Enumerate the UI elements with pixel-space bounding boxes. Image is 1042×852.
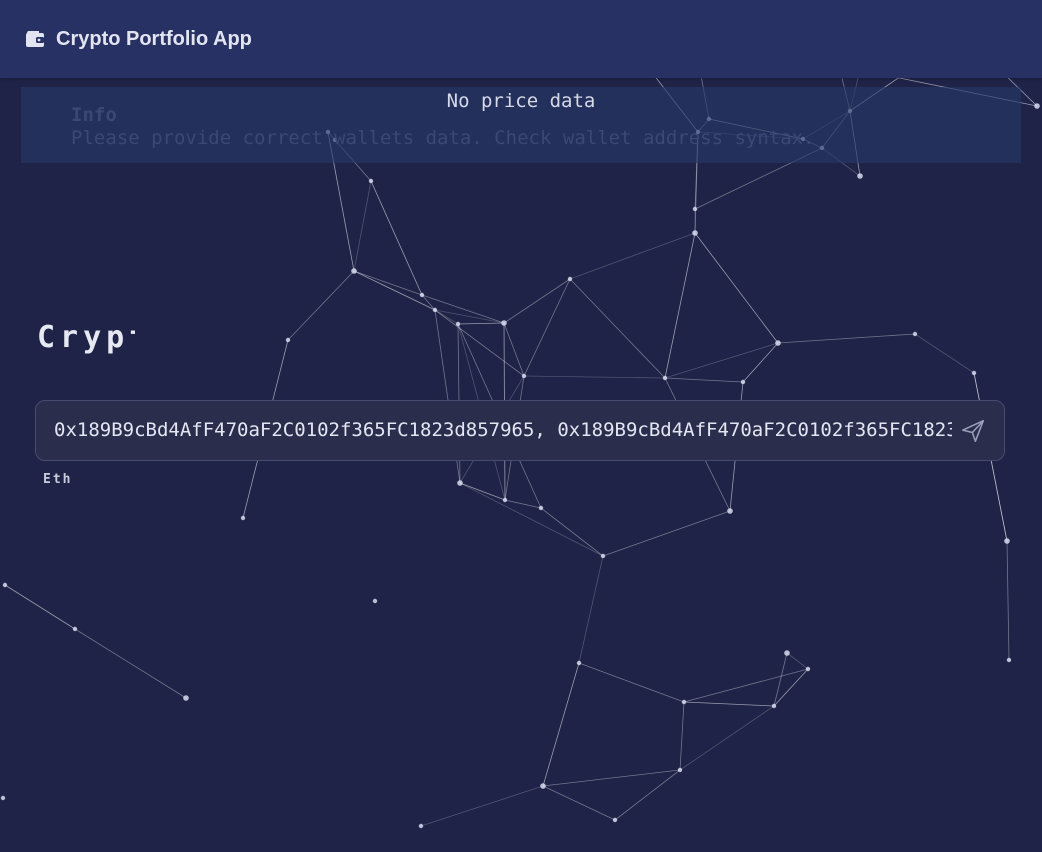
network-link bbox=[578, 662, 685, 703]
network-node bbox=[521, 373, 527, 379]
network-node bbox=[501, 320, 507, 326]
network-node bbox=[677, 767, 683, 773]
network-link bbox=[4, 584, 76, 630]
network-link bbox=[569, 232, 696, 280]
network-link bbox=[420, 785, 544, 827]
network-link bbox=[74, 628, 187, 699]
network-node bbox=[432, 307, 438, 313]
network-link bbox=[523, 375, 666, 379]
network-link bbox=[503, 278, 571, 324]
network-node bbox=[1006, 657, 1012, 663]
network-link bbox=[523, 278, 571, 377]
no-price-data-text: No price data bbox=[446, 90, 596, 112]
network-node bbox=[368, 178, 374, 184]
network-node bbox=[285, 337, 291, 343]
network-link bbox=[503, 322, 525, 377]
network-link bbox=[664, 342, 779, 379]
network-link bbox=[353, 270, 436, 311]
network-link bbox=[287, 270, 355, 341]
network-link bbox=[777, 333, 916, 344]
hero-title: Crypto Portfolio bbox=[37, 320, 135, 355]
network-link bbox=[578, 555, 604, 664]
network-link bbox=[459, 482, 604, 557]
network-node bbox=[740, 379, 746, 385]
network-node bbox=[692, 206, 698, 212]
network-node bbox=[1004, 538, 1010, 544]
network-link bbox=[457, 322, 505, 325]
network-node bbox=[351, 268, 357, 274]
network-link bbox=[542, 769, 681, 787]
network-link bbox=[614, 769, 681, 821]
network-link bbox=[742, 342, 779, 383]
network-link bbox=[542, 785, 616, 821]
network-link bbox=[679, 701, 685, 771]
network-node bbox=[418, 823, 424, 829]
network-node bbox=[72, 626, 78, 632]
network-node bbox=[0, 795, 6, 801]
network-node bbox=[567, 276, 573, 282]
network-node bbox=[662, 375, 668, 381]
network-node bbox=[240, 515, 246, 521]
network-node bbox=[912, 331, 918, 337]
network-link bbox=[459, 482, 506, 501]
network-link bbox=[679, 705, 775, 771]
network-link bbox=[694, 232, 779, 344]
send-icon[interactable] bbox=[960, 418, 986, 444]
network-node bbox=[681, 699, 687, 705]
app-title: Crypto Portfolio App bbox=[56, 28, 252, 50]
network-link bbox=[914, 333, 975, 374]
network-link bbox=[353, 270, 423, 296]
app-header: Crypto Portfolio App bbox=[0, 0, 1042, 78]
network-node bbox=[771, 703, 777, 709]
chain-label: Eth bbox=[43, 472, 73, 487]
network-link bbox=[434, 309, 525, 377]
network-link bbox=[602, 510, 731, 557]
wallet-icon bbox=[26, 31, 44, 47]
network-link bbox=[683, 668, 809, 703]
network-link bbox=[353, 180, 372, 272]
network-node bbox=[419, 292, 425, 298]
network-node bbox=[600, 553, 606, 559]
network-link bbox=[773, 668, 809, 707]
network-node bbox=[538, 505, 544, 511]
network-node bbox=[576, 660, 582, 666]
network-link bbox=[370, 180, 423, 296]
network-link bbox=[664, 232, 696, 379]
network-node bbox=[2, 582, 8, 588]
network-link bbox=[1006, 540, 1010, 661]
network-node bbox=[455, 321, 461, 327]
network-node bbox=[692, 230, 698, 236]
hero-title-container: Crypto Portfolio bbox=[37, 318, 135, 358]
network-link bbox=[773, 652, 788, 707]
network-link bbox=[664, 377, 744, 383]
info-alert-message: Please provide correct wallets data. Che… bbox=[71, 127, 815, 149]
network-node bbox=[612, 817, 618, 823]
network-link bbox=[540, 507, 604, 557]
network-node bbox=[457, 480, 463, 486]
network-node bbox=[372, 598, 378, 604]
network-node bbox=[971, 370, 977, 376]
network-node bbox=[775, 340, 781, 346]
network-link bbox=[542, 662, 580, 787]
network-link bbox=[569, 278, 666, 379]
wallet-address-input[interactable] bbox=[54, 401, 952, 460]
network-node bbox=[183, 695, 189, 701]
network-node bbox=[784, 650, 790, 656]
app-root: Info Please provide correct wallets data… bbox=[0, 0, 1042, 852]
network-node bbox=[805, 666, 811, 672]
network-link bbox=[683, 701, 775, 707]
network-node bbox=[540, 783, 546, 789]
network-node bbox=[502, 497, 508, 503]
network-link bbox=[504, 499, 542, 509]
network-link bbox=[786, 652, 809, 670]
network-node bbox=[857, 173, 863, 179]
network-node bbox=[727, 508, 733, 514]
wallet-address-field bbox=[35, 400, 1005, 461]
